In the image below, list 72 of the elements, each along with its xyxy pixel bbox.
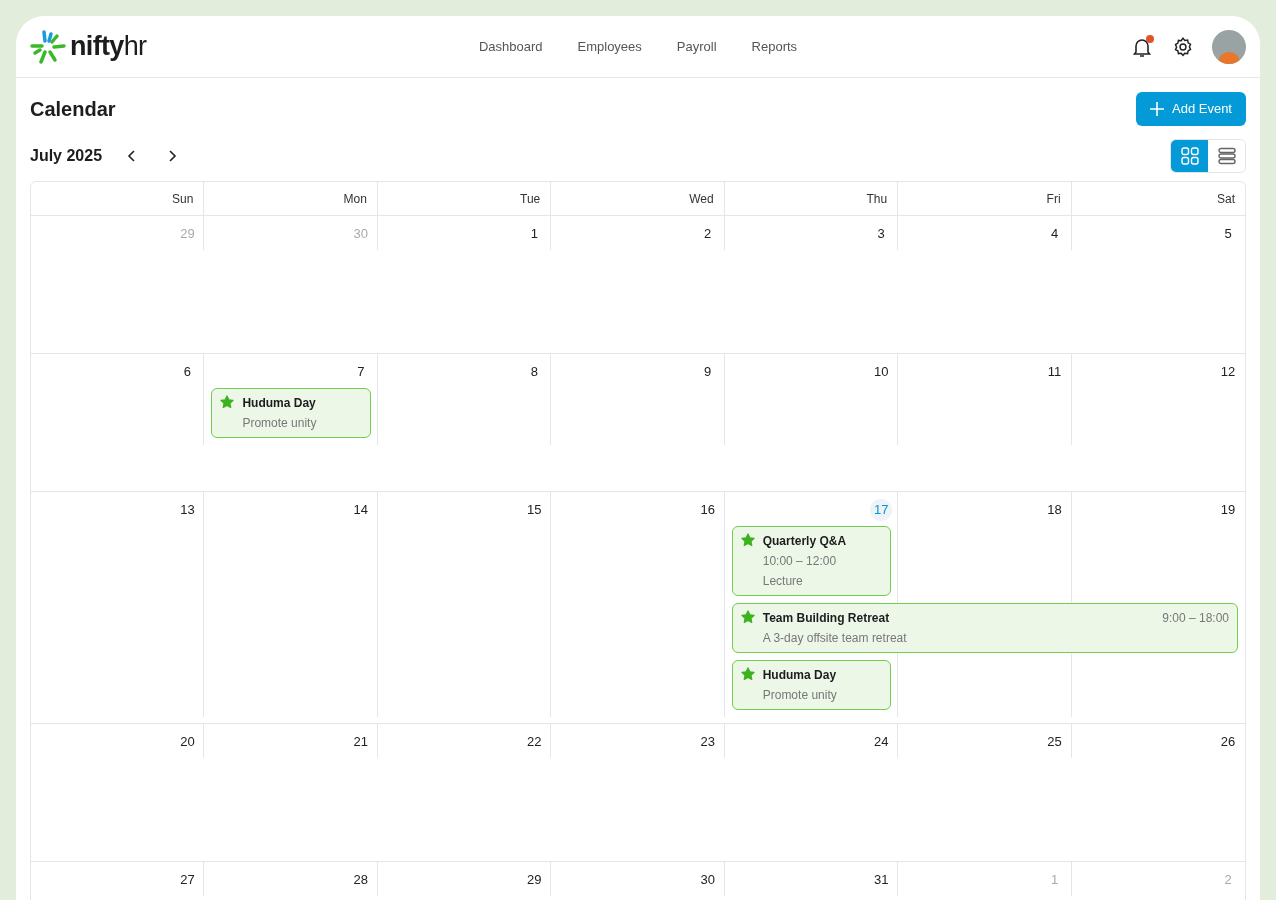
event-title: Team Building Retreat [762, 610, 890, 627]
event-title: Huduma Day [762, 667, 837, 684]
logo-icon [30, 29, 66, 64]
day-number[interactable]: 8 [523, 361, 546, 383]
page-title: Calendar [30, 97, 116, 122]
day-number[interactable]: 13 [176, 499, 199, 521]
user-avatar[interactable] [1212, 29, 1246, 64]
day-number[interactable]: 2 [696, 223, 719, 245]
day-number[interactable]: 6 [176, 361, 199, 383]
event-title: Quarterly Q&A [762, 533, 847, 550]
brand-name: niftyhr [70, 33, 147, 60]
day-number[interactable]: 7 [349, 361, 372, 383]
day-number[interactable]: 28 [349, 869, 372, 891]
day-number[interactable]: 9 [696, 361, 719, 383]
day-number[interactable]: 30 [696, 869, 719, 891]
day-number[interactable]: 19 [1217, 499, 1239, 521]
weekday-header: Tue [520, 190, 541, 208]
day-number[interactable]: 29 [523, 869, 546, 891]
day-number[interactable]: 5 [1217, 223, 1239, 245]
settings-icon[interactable] [1172, 35, 1194, 58]
event-card[interactable]: Quarterly Q&A 10:00 – 12:00 Lecture [731, 526, 892, 596]
star-icon [220, 395, 235, 409]
day-number[interactable]: 12 [1217, 361, 1239, 383]
weekday-header: Wed [689, 190, 714, 208]
event-detail: Lecture [762, 573, 804, 590]
notification-bell-icon[interactable] [1130, 34, 1154, 59]
list-icon [1217, 147, 1236, 165]
grid-icon [1180, 147, 1199, 165]
event-detail: 10:00 – 12:00 [762, 553, 838, 570]
weekday-header: Fri [1046, 190, 1061, 208]
event-card[interactable]: Team Building Retreat 9:00 – 18:00 A 3-day offsite team retreat [731, 603, 1238, 653]
day-number[interactable]: 10 [870, 361, 893, 383]
day-number[interactable]: 27 [176, 869, 199, 891]
event-card[interactable]: Huduma Day Promote unity [731, 660, 892, 710]
grid-view-button[interactable] [1171, 140, 1208, 172]
day-number[interactable]: 15 [523, 499, 546, 521]
day-number[interactable]: 11 [1043, 361, 1066, 383]
weekday-header: Thu [866, 190, 888, 208]
day-number[interactable]: 25 [1043, 731, 1066, 753]
day-number[interactable]: 14 [349, 499, 372, 521]
event-detail: A 3-day offsite team retreat [762, 630, 908, 647]
chevron-left-icon [127, 150, 138, 162]
day-number[interactable]: 4 [1043, 223, 1066, 245]
event-detail: Promote unity [242, 415, 318, 432]
weekday-header: Sun [172, 190, 194, 208]
day-number[interactable]: 18 [1043, 499, 1066, 521]
month-label: July 2025 [30, 146, 103, 166]
weekday-header: Mon [343, 190, 367, 208]
nav-link[interactable]: Payroll [676, 36, 717, 57]
day-number[interactable]: 23 [696, 731, 719, 753]
chevron-right-icon [167, 150, 178, 162]
nav-link[interactable]: Dashboard [478, 36, 543, 57]
day-number[interactable]: 31 [870, 869, 893, 891]
day-number[interactable]: 20 [176, 731, 199, 753]
day-number[interactable]: 3 [870, 223, 893, 245]
event-title: Huduma Day [242, 395, 316, 412]
nav-link[interactable]: Reports [751, 36, 798, 57]
plus-icon [1150, 102, 1164, 116]
day-number[interactable]: 24 [870, 731, 893, 753]
nav-link[interactable]: Employees [577, 36, 642, 57]
event-detail: Promote unity [762, 687, 838, 704]
star-icon [740, 610, 755, 624]
day-number[interactable]: 21 [349, 731, 372, 753]
day-number[interactable]: 22 [523, 731, 546, 753]
day-number[interactable]: 1 [523, 223, 546, 245]
day-number[interactable]: 16 [696, 499, 719, 521]
star-icon [740, 667, 755, 681]
star-icon [740, 533, 755, 547]
event-card[interactable]: Huduma Day Promote unity [211, 388, 371, 438]
weekday-header: Sat [1217, 190, 1235, 208]
event-time: 9:00 – 18:00 [1162, 610, 1229, 627]
day-number[interactable]: 26 [1217, 731, 1239, 753]
